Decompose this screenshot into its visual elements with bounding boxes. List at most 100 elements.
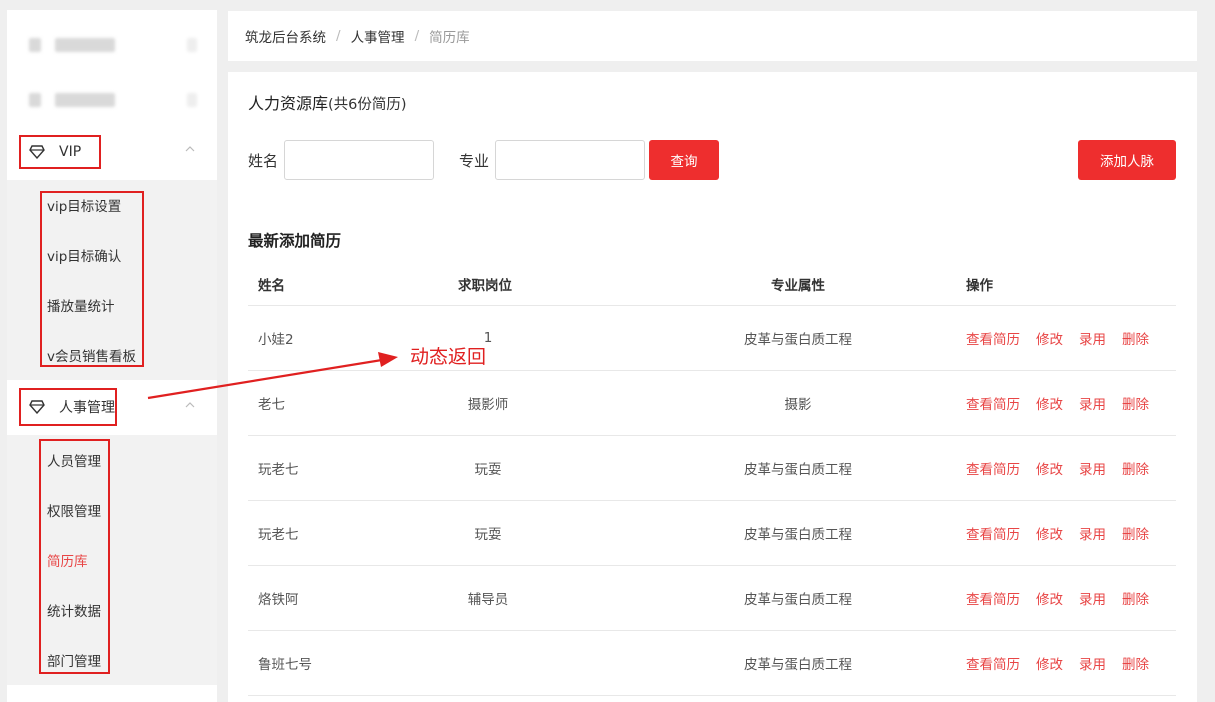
edit-link[interactable]: 修改 <box>1036 393 1063 413</box>
cell-name: 老七 <box>258 397 285 413</box>
diamond-icon <box>29 145 45 159</box>
table-row: 鲁班七号 皮革与蛋白质工程 查看简历 修改 录用 删除 <box>248 631 1176 696</box>
cell-actions: 查看简历 修改 录用 删除 <box>966 393 1149 413</box>
table-row: 老七 摄影师 摄影 查看简历 修改 录用 删除 <box>248 371 1176 436</box>
breadcrumb-current: 简历库 <box>429 30 470 46</box>
sidebar-item-label: vip目标设置 <box>47 199 122 215</box>
table-row: 玩老七 玩耍 皮革与蛋白质工程 查看简历 修改 录用 删除 <box>248 436 1176 501</box>
delete-link[interactable]: 删除 <box>1122 523 1149 543</box>
chevron-up-icon[interactable] <box>185 400 195 410</box>
column-header-actions: 操作 <box>966 277 993 294</box>
view-resume-link[interactable]: 查看简历 <box>966 393 1020 413</box>
sidebar-item-resume-library[interactable]: 简历库 <box>7 535 217 585</box>
sidebar-item-staff[interactable]: 人员管理 <box>7 435 217 485</box>
menu-hr-label: 人事管理 <box>59 400 115 416</box>
sidebar-item-vip-sales-board[interactable]: v会员销售看板 <box>7 330 217 380</box>
sidebar-item-label: 简历库 <box>47 554 88 570</box>
cell-position: 玩耍 <box>474 527 502 543</box>
annotation-text: 动态返回 <box>410 346 487 368</box>
hire-link[interactable]: 录用 <box>1079 588 1106 608</box>
breadcrumb-separator: / <box>414 28 420 44</box>
hire-link[interactable]: 录用 <box>1079 653 1106 673</box>
sidebar-item-label: 部门管理 <box>47 654 101 670</box>
breadcrumb: 筑龙后台系统 / 人事管理 / 简历库 <box>228 11 1197 61</box>
major-filter-label: 专业 <box>459 152 490 170</box>
sidebar-item-label: vip目标确认 <box>47 249 122 265</box>
add-contact-button[interactable]: 添加人脉 <box>1078 140 1176 180</box>
edit-link[interactable]: 修改 <box>1036 328 1063 348</box>
cell-name: 玩老七 <box>258 527 299 543</box>
hire-link[interactable]: 录用 <box>1079 393 1106 413</box>
delete-link[interactable]: 删除 <box>1122 328 1149 348</box>
cell-actions: 查看简历 修改 录用 删除 <box>966 588 1149 608</box>
column-header-major: 专业属性 <box>771 277 825 294</box>
breadcrumb-home[interactable]: 筑龙后台系统 <box>245 26 326 46</box>
section-title: 最新添加简历 <box>248 232 342 250</box>
vip-submenu: vip目标设置 vip目标确认 播放量统计 v会员销售看板 <box>7 180 217 380</box>
delete-link[interactable]: 删除 <box>1122 393 1149 413</box>
delete-link[interactable]: 删除 <box>1122 653 1149 673</box>
query-button[interactable]: 查询 <box>649 140 719 180</box>
sidebar-item-statistics[interactable]: 统计数据 <box>7 585 217 635</box>
sidebar-item-permissions[interactable]: 权限管理 <box>7 485 217 535</box>
sidebar-item-label: 人员管理 <box>47 454 101 470</box>
main-card: 人力资源库(共6份简历) 姓名 专业 查询 添加人脉 最新添加简历 姓名 求职岗… <box>228 72 1197 702</box>
cell-major: 摄影 <box>784 397 812 413</box>
edit-link[interactable]: 修改 <box>1036 523 1063 543</box>
cell-actions: 查看简历 修改 录用 删除 <box>966 653 1149 673</box>
resume-table: 姓名 求职岗位 专业属性 操作 小娃2 1 皮革与蛋白质工程 查看简历 修改 录用 删除 老七… <box>248 262 1176 696</box>
sidebar-item-vip-target-setting[interactable]: vip目标设置 <box>7 180 217 230</box>
sidebar-item-play-stats[interactable]: 播放量统计 <box>7 280 217 330</box>
cell-actions: 查看简历 修改 录用 删除 <box>966 328 1149 348</box>
cell-major: 皮革与蛋白质工程 <box>744 657 852 673</box>
name-filter-label: 姓名 <box>248 152 279 170</box>
delete-link[interactable]: 删除 <box>1122 458 1149 478</box>
diamond-icon <box>29 400 45 414</box>
sidebar-item-label: 统计数据 <box>47 604 101 620</box>
table-row: 烙铁阿 辅导员 皮革与蛋白质工程 查看简历 修改 录用 删除 <box>248 566 1176 631</box>
sidebar-item-label: v会员销售看板 <box>47 349 136 365</box>
view-resume-link[interactable]: 查看简历 <box>966 653 1020 673</box>
cell-position: 玩耍 <box>474 462 502 478</box>
major-filter-input[interactable] <box>495 140 645 180</box>
edit-link[interactable]: 修改 <box>1036 653 1063 673</box>
table-header: 姓名 求职岗位 专业属性 操作 <box>248 262 1176 306</box>
redacted-row <box>7 16 217 66</box>
view-resume-link[interactable]: 查看简历 <box>966 523 1020 543</box>
menu-vip[interactable]: VIP <box>7 130 217 176</box>
hire-link[interactable]: 录用 <box>1079 458 1106 478</box>
view-resume-link[interactable]: 查看简历 <box>966 328 1020 348</box>
resume-count: (共6份简历) <box>328 97 407 113</box>
edit-link[interactable]: 修改 <box>1036 588 1063 608</box>
sidebar-item-label: 播放量统计 <box>47 299 115 315</box>
table-row: 玩老七 玩耍 皮革与蛋白质工程 查看简历 修改 录用 删除 <box>248 501 1176 566</box>
delete-link[interactable]: 删除 <box>1122 588 1149 608</box>
cell-major: 皮革与蛋白质工程 <box>744 527 852 543</box>
view-resume-link[interactable]: 查看简历 <box>966 458 1020 478</box>
name-filter-input[interactable] <box>284 140 434 180</box>
cell-position: 摄影师 <box>467 397 509 413</box>
hire-link[interactable]: 录用 <box>1079 328 1106 348</box>
cell-actions: 查看简历 修改 录用 删除 <box>966 523 1149 543</box>
cell-name: 鲁班七号 <box>258 657 312 673</box>
redacted-row <box>7 73 217 123</box>
breadcrumb-separator: / <box>336 28 341 44</box>
page-title: 人力资源库(共6份简历) <box>248 90 407 114</box>
edit-link[interactable]: 修改 <box>1036 458 1063 478</box>
cell-actions: 查看简历 修改 录用 删除 <box>966 458 1149 478</box>
cell-name: 玩老七 <box>258 462 299 478</box>
menu-vip-label: VIP <box>59 144 82 160</box>
hr-submenu: 人员管理 权限管理 简历库 统计数据 部门管理 <box>7 435 217 685</box>
breadcrumb-hr[interactable]: 人事管理 <box>351 26 405 46</box>
chevron-up-icon[interactable] <box>185 144 195 154</box>
column-header-position: 求职岗位 <box>458 277 512 294</box>
sidebar-item-vip-target-confirm[interactable]: vip目标确认 <box>7 230 217 280</box>
cell-major: 皮革与蛋白质工程 <box>744 332 852 348</box>
menu-hr[interactable]: 人事管理 <box>7 386 217 432</box>
cell-position: 辅导员 <box>467 592 509 608</box>
column-header-name: 姓名 <box>258 277 285 294</box>
table-row: 小娃2 1 皮革与蛋白质工程 查看简历 修改 录用 删除 <box>248 306 1176 371</box>
hire-link[interactable]: 录用 <box>1079 523 1106 543</box>
view-resume-link[interactable]: 查看简历 <box>966 588 1020 608</box>
sidebar-item-departments[interactable]: 部门管理 <box>7 635 217 685</box>
